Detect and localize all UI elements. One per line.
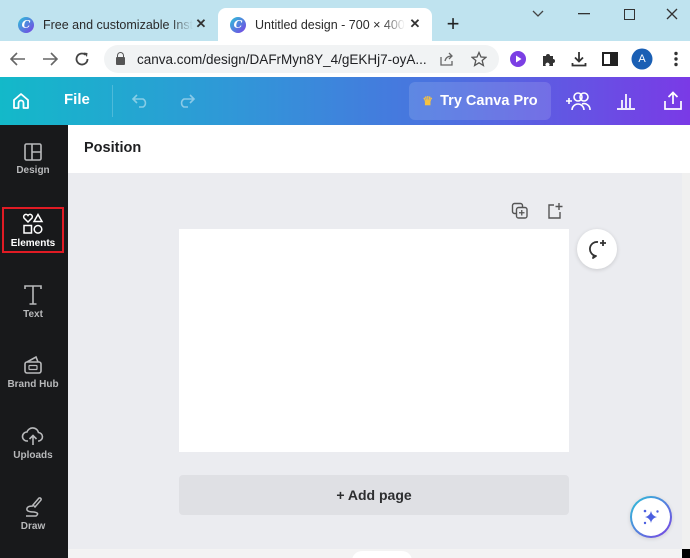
profile-initial: A [638, 53, 646, 65]
try-canva-pro-label: Try Canva Pro [440, 93, 538, 109]
sidebar-item-label: Text [23, 309, 43, 320]
header-divider [112, 85, 113, 117]
sidebar-item-label: Brand Hub [7, 379, 59, 390]
undo-icon[interactable] [127, 87, 155, 115]
canva-favicon-icon: C [18, 16, 34, 33]
close-window-button[interactable] [650, 2, 690, 26]
comment-plus-icon [589, 240, 606, 259]
sidebar-item-text[interactable]: Text [2, 284, 64, 334]
position-button[interactable]: Position [84, 140, 141, 156]
sparkle-icon [643, 509, 659, 525]
side-panel-icon[interactable] [598, 47, 622, 71]
file-menu-button[interactable]: File [64, 91, 90, 108]
sidebar-item-draw[interactable]: Draw [2, 496, 64, 546]
extensions-puzzle-icon[interactable] [537, 47, 561, 71]
vertical-scrollbar[interactable] [682, 173, 690, 549]
browser-tab-inactive[interactable]: C Free and customizable Instagram ✕ [8, 8, 218, 41]
reload-button[interactable] [70, 47, 94, 71]
insights-chart-icon[interactable] [612, 87, 640, 115]
context-toolbar: Position [68, 125, 690, 173]
duplicate-page-icon[interactable] [509, 200, 531, 222]
bookmark-star-icon[interactable] [467, 47, 491, 71]
tab-search-chevron-icon[interactable] [516, 2, 560, 26]
sidebar-item-design[interactable]: Design [2, 142, 64, 192]
shapes-icon [22, 213, 44, 234]
sidebar-item-label: Uploads [13, 450, 53, 461]
profile-avatar[interactable]: A [630, 47, 654, 71]
cloud-upload-icon [21, 427, 44, 445]
home-icon[interactable] [7, 87, 35, 115]
try-canva-pro-button[interactable]: ♛ Try Canva Pro [409, 82, 551, 120]
redo-icon[interactable] [172, 87, 200, 115]
layout-icon [24, 143, 42, 161]
brand-hub-icon [24, 355, 42, 374]
draw-icon [26, 497, 42, 517]
sidebar-item-label: Draw [20, 521, 46, 532]
browser-menu-icon[interactable] [664, 47, 688, 71]
design-canvas-page[interactable] [179, 229, 569, 452]
browser-tab-strip: C Free and customizable Instagram ✕ C Un… [0, 0, 690, 41]
tab-close-icon[interactable]: ✕ [406, 15, 424, 33]
text-icon [24, 285, 42, 305]
left-sidebar: Design Elements Text Brand Hub Uploads D… [0, 125, 68, 558]
share-people-icon[interactable] [564, 87, 592, 115]
extension-play-icon[interactable] [506, 47, 530, 71]
browser-toolbar: canva.com/design/DAFrMyn8Y_4/gEKHj7-oyA.… [0, 41, 690, 77]
tab-title: Free and customizable Instagram [43, 17, 193, 32]
address-bar[interactable]: canva.com/design/DAFrMyn8Y_4/gEKHj7-oyA.… [104, 45, 499, 73]
add-page-button[interactable]: + Add page [179, 475, 569, 515]
add-comment-button[interactable] [577, 229, 617, 269]
canva-favicon-icon: C [230, 16, 246, 33]
magic-assistant-button[interactable] [630, 496, 672, 538]
url-text: canva.com/design/DAFrMyn8Y_4/gEKHj7-oyA.… [137, 51, 427, 67]
share-page-icon[interactable] [435, 47, 459, 71]
maximize-button[interactable] [607, 2, 651, 26]
add-page-icon[interactable] [544, 200, 566, 222]
sidebar-item-uploads[interactable]: Uploads [2, 425, 64, 475]
page-navigator-handle[interactable] [352, 551, 412, 558]
forward-button[interactable] [38, 47, 62, 71]
lock-icon [116, 51, 125, 65]
new-tab-button[interactable]: + [441, 11, 465, 36]
tab-title: Untitled design - 700 × 400px [255, 17, 405, 32]
sidebar-item-label: Design [16, 165, 50, 176]
downloads-icon[interactable] [567, 47, 591, 71]
canva-header: File ♛ Try Canva Pro [0, 77, 690, 125]
browser-tab-active[interactable]: C Untitled design - 700 × 400px ✕ [218, 8, 432, 41]
export-upload-icon[interactable] [659, 87, 687, 115]
sidebar-item-brand-hub[interactable]: Brand Hub [2, 354, 64, 404]
minimize-button[interactable] [562, 2, 606, 26]
back-button[interactable] [6, 47, 30, 71]
sidebar-item-elements[interactable]: Elements [2, 207, 64, 253]
tab-close-icon[interactable]: ✕ [192, 15, 210, 33]
sidebar-item-label: Elements [10, 238, 56, 249]
crown-icon: ♛ [422, 94, 434, 108]
